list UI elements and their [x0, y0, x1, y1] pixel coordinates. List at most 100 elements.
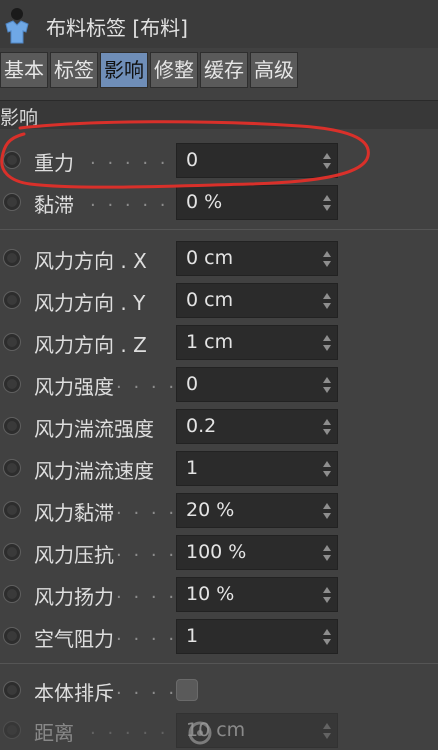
spinner-arrows-icon[interactable] — [323, 627, 331, 647]
field-value: 20 % — [186, 499, 235, 521]
param-dots: . . . . — [116, 498, 178, 519]
animation-radio-icon[interactable] — [3, 501, 21, 519]
param-row-wind-z: 风力方向 . Z 1 cm — [0, 324, 438, 362]
tab-expert[interactable]: 高级 — [250, 52, 298, 88]
param-label: 空气阻力 — [34, 627, 114, 651]
section-header — [0, 100, 438, 129]
animation-radio-icon[interactable] — [3, 375, 21, 393]
cloth-tag-icon — [5, 8, 29, 44]
param-row-self-collision: 本体排斥 . . . . . — [0, 672, 438, 710]
section-title: 影响 — [0, 107, 39, 129]
param-label: 风力湍流速度 — [34, 459, 154, 483]
spinner-arrows-icon[interactable] — [323, 543, 331, 563]
param-row-wind-strength: 风力强度 . . . . 0 — [0, 366, 438, 404]
animation-radio-icon[interactable] — [3, 291, 21, 309]
animation-radio-icon[interactable] — [3, 417, 21, 435]
spinner-arrows-icon[interactable] — [323, 333, 331, 353]
spinner-arrows-icon[interactable] — [323, 291, 331, 311]
window-title: 布料标签 [布料] — [46, 16, 188, 40]
param-label: 本体排斥 — [34, 681, 114, 705]
wind-strength-field[interactable]: 0 — [176, 367, 338, 402]
group-divider — [0, 229, 438, 230]
field-value: 100 % — [186, 541, 247, 563]
param-row-distance: 距离 . . . . . . . 10 cm — [0, 712, 438, 750]
spinner-arrows-icon[interactable] — [323, 459, 331, 479]
param-row-turbulence-speed: 风力湍流速度 1 — [0, 450, 438, 488]
param-dots: . . . . — [116, 540, 178, 561]
field-value: 0 — [186, 373, 199, 395]
spinner-arrows-icon[interactable] — [323, 585, 331, 605]
spinner-arrows-icon[interactable] — [323, 151, 331, 171]
animation-radio-icon[interactable] — [3, 249, 21, 267]
param-row-wind-lift: 风力扬力 . . . . 10 % — [0, 576, 438, 614]
tab-basic[interactable]: 基本 — [0, 52, 48, 88]
param-row-air-resistance: 空气阻力 . . . . 1 — [0, 618, 438, 656]
field-value: 1 cm — [186, 331, 234, 353]
wind-z-field[interactable]: 1 cm — [176, 325, 338, 360]
param-label: 风力黏滞 — [34, 501, 114, 525]
param-row-wind-viscosity: 风力黏滞 . . . . 20 % — [0, 492, 438, 530]
spinner-arrows-icon[interactable] — [323, 249, 331, 269]
title-bar: 布料标签 [布料] — [0, 0, 438, 48]
spinner-arrows-icon[interactable] — [323, 375, 331, 395]
spinner-arrows-icon[interactable] — [323, 417, 331, 437]
wind-viscosity-field[interactable]: 20 % — [176, 493, 338, 528]
turbulence-strength-field[interactable]: 0.2 — [176, 409, 338, 444]
tab-cache[interactable]: 缓存 — [200, 52, 248, 88]
distance-field: 10 cm — [176, 713, 338, 748]
animation-radio-icon[interactable] — [3, 585, 21, 603]
turbulence-speed-field[interactable]: 1 — [176, 451, 338, 486]
field-value: 0 cm — [186, 289, 234, 311]
spinner-arrows-icon — [323, 723, 331, 739]
animation-radio-icon[interactable] — [3, 151, 21, 169]
param-label: 风力方向 . Z — [34, 333, 147, 357]
wind-lift-field[interactable]: 10 % — [176, 577, 338, 612]
param-label: 风力方向 . X — [34, 249, 147, 273]
gravity-field[interactable]: 0 — [176, 143, 338, 178]
param-label: 风力压抗 — [34, 543, 114, 567]
field-value: 0 — [186, 149, 199, 171]
field-value: 1 — [186, 625, 199, 647]
field-value: 10 cm — [186, 719, 246, 741]
field-value: 0 cm — [186, 247, 234, 269]
animation-radio-icon[interactable] — [3, 627, 21, 645]
tab-bar: 基本 标签 影响 修整 缓存 高级 — [0, 52, 300, 88]
param-row-wind-drag: 风力压抗 . . . . 100 % — [0, 534, 438, 572]
spinner-arrows-icon[interactable] — [323, 501, 331, 521]
air-resistance-field[interactable]: 1 — [176, 619, 338, 654]
field-value: 0.2 — [186, 415, 217, 437]
tab-dresser[interactable]: 修整 — [150, 52, 198, 88]
spinner-arrows-icon[interactable] — [323, 193, 331, 213]
tab-tag[interactable]: 标签 — [50, 52, 98, 88]
param-row-wind-x: 风力方向 . X 0 cm — [0, 240, 438, 278]
param-label: 风力扬力 — [34, 585, 114, 609]
param-label: 风力强度 — [34, 375, 114, 399]
param-label: 风力方向 . Y — [34, 291, 146, 315]
field-value: 0 % — [186, 191, 223, 213]
param-row-gravity: 重力 . . . . . . . 0 — [0, 142, 438, 180]
param-label: 重力 — [34, 151, 74, 175]
param-label: 风力湍流强度 — [34, 417, 154, 441]
field-value: 10 % — [186, 583, 235, 605]
wind-x-field[interactable]: 0 cm — [176, 241, 338, 276]
animation-radio-icon[interactable] — [3, 333, 21, 351]
group-divider — [0, 663, 438, 664]
animation-radio-icon[interactable] — [3, 681, 21, 699]
param-dots: . . . . — [116, 624, 178, 645]
param-label: 距离 — [34, 721, 74, 745]
self-collision-checkbox[interactable] — [176, 679, 198, 701]
wind-drag-field[interactable]: 100 % — [176, 535, 338, 570]
animation-radio-icon[interactable] — [3, 459, 21, 477]
animation-radio-icon — [3, 721, 21, 739]
param-row-turbulence-strength: 风力湍流强度 0.2 — [0, 408, 438, 446]
tab-influence[interactable]: 影响 — [100, 52, 148, 88]
param-dots: . . . . — [116, 582, 178, 603]
param-dots: . . . . — [116, 372, 178, 393]
param-row-viscosity: 黏滞 . . . . . . . 0 % — [0, 184, 438, 222]
animation-radio-icon[interactable] — [3, 193, 21, 211]
wind-y-field[interactable]: 0 cm — [176, 283, 338, 318]
param-row-wind-y: 风力方向 . Y 0 cm — [0, 282, 438, 320]
animation-radio-icon[interactable] — [3, 543, 21, 561]
param-label: 黏滞 — [34, 193, 74, 217]
viscosity-field[interactable]: 0 % — [176, 185, 338, 220]
